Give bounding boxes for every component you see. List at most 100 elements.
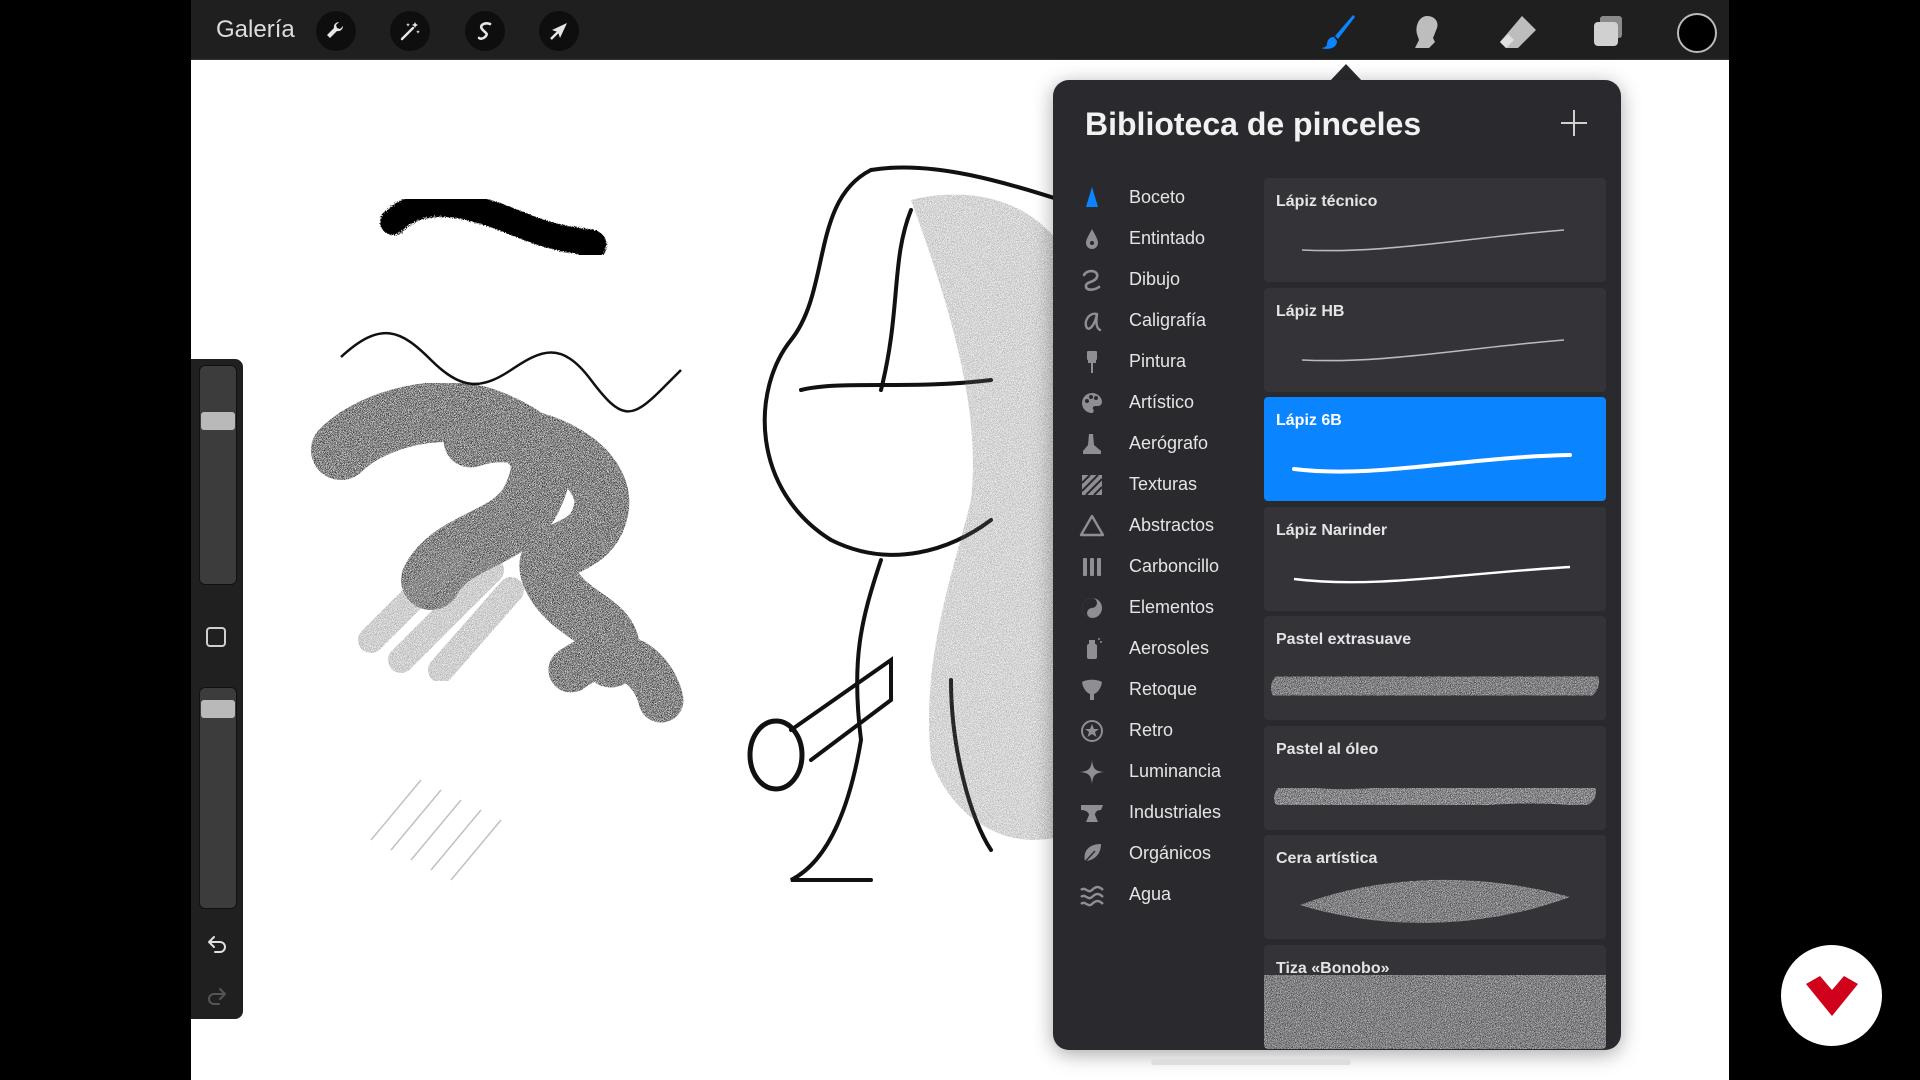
anvil-icon <box>1081 805 1103 822</box>
brush-category-label: Caligrafía <box>1129 310 1207 330</box>
brush-category-item[interactable]: Retro <box>1071 708 1271 752</box>
brush-category-label: Artístico <box>1129 392 1195 412</box>
plus-icon[interactable] <box>1557 106 1591 140</box>
brush-category-label: Pintura <box>1129 351 1187 371</box>
brush-item[interactable]: Lápiz 6B <box>1264 397 1606 501</box>
color-picker-button[interactable] <box>1677 13 1717 53</box>
leaf-icon <box>1081 844 1101 866</box>
brush-item[interactable]: Pastel extrasuave <box>1264 616 1606 720</box>
brush-category-label: Texturas <box>1129 474 1198 494</box>
brush-item[interactable]: Tiza «Bonobo» <box>1264 944 1606 1049</box>
calligraphy-icon <box>1084 312 1102 332</box>
brush-category-item[interactable]: Caligrafía <box>1071 298 1271 342</box>
brush-library-title: Biblioteca de pinceles <box>1085 106 1422 142</box>
brush-category-label: Abstractos <box>1129 515 1215 535</box>
brush-stroke-preview <box>1300 879 1570 923</box>
brand-logo-icon <box>1805 975 1858 1016</box>
brush-category-label: Industriales <box>1129 802 1222 822</box>
brush-category-item[interactable]: Retoque <box>1071 667 1271 711</box>
opacity-slider[interactable] <box>199 687 237 909</box>
brush-category-label: Agua <box>1129 884 1172 904</box>
actions-button[interactable] <box>316 11 356 51</box>
brush-category-item[interactable]: Orgánicos <box>1071 831 1271 875</box>
star-circle-icon <box>1081 720 1103 742</box>
brush-stroke-preview <box>1274 775 1596 817</box>
brush-stroke-preview <box>1301 229 1565 252</box>
brush-item[interactable]: Lápiz HB <box>1264 287 1606 392</box>
brush-category-label: Entintado <box>1129 228 1206 248</box>
brush-stroke-preview <box>1271 661 1599 711</box>
spray-can-icon <box>1087 638 1102 659</box>
undo-icon[interactable] <box>205 931 229 955</box>
palette-icon <box>1082 393 1102 413</box>
brush-category-item[interactable]: Abstractos <box>1071 503 1271 547</box>
brush-category-item[interactable]: Elementos <box>1071 585 1271 629</box>
magic-wand-icon <box>400 22 420 41</box>
layers-button[interactable] <box>1586 10 1630 54</box>
brush-tool-button[interactable] <box>1315 10 1359 54</box>
popover-arrow <box>1330 64 1362 81</box>
layers-icon <box>1594 16 1622 46</box>
top-toolbar: Galería <box>191 0 1729 60</box>
selection-button[interactable] <box>465 11 505 51</box>
yin-yang-icon <box>1082 598 1102 618</box>
transform-button[interactable] <box>539 11 579 51</box>
canvas-stroke <box>380 190 607 263</box>
smudge-tool-button[interactable] <box>1405 10 1449 54</box>
redo-icon[interactable] <box>205 983 229 1007</box>
brush-category-item[interactable]: Dibujo <box>1071 257 1271 301</box>
brush-item[interactable]: Lápiz Narinder <box>1264 506 1606 611</box>
procreate-app: Galería Biblioteca de pinceles Boceto En… <box>191 0 1729 1080</box>
smudge-icon <box>1415 16 1438 48</box>
brush-category-label: Dibujo <box>1129 269 1181 289</box>
eraser-icon <box>1500 16 1536 48</box>
brand-logo <box>1781 945 1882 1046</box>
texture-icon <box>1081 474 1103 496</box>
brush-category-label: Elementos <box>1129 597 1215 617</box>
brush-size-thumb[interactable] <box>201 412 235 430</box>
charcoal-icon <box>1083 558 1101 576</box>
brush-category-item[interactable]: Aerógrafo <box>1071 421 1271 465</box>
brush-category-label: Aerosoles <box>1129 638 1210 658</box>
gallery-button[interactable]: Galería <box>216 16 295 44</box>
canvas-shading <box>358 547 524 683</box>
opacity-thumb[interactable] <box>201 700 235 718</box>
brush-icon <box>1321 15 1355 49</box>
transform-arrow-icon <box>550 23 567 40</box>
paintbrush-icon <box>1087 351 1097 373</box>
brush-category-item[interactable]: Texturas <box>1071 462 1271 506</box>
brush-category-item[interactable]: Luminancia <box>1071 749 1271 793</box>
pencil-tip-icon <box>1086 187 1098 207</box>
adjustments-button[interactable] <box>390 11 430 51</box>
brush-category-item[interactable]: Artístico <box>1071 380 1271 424</box>
brush-item[interactable]: Cera artística <box>1264 835 1606 939</box>
swirl-icon <box>1082 269 1101 291</box>
retouch-icon <box>1082 679 1102 700</box>
brush-category-label: Luminancia <box>1129 761 1222 781</box>
brush-category-label: Orgánicos <box>1129 843 1212 863</box>
eraser-tool-button[interactable] <box>1496 10 1540 54</box>
brush-item[interactable]: Lápiz técnico <box>1264 178 1606 282</box>
brush-category-label: Aerógrafo <box>1129 433 1209 453</box>
brush-library-panel: Biblioteca de pinceles Boceto Entintado Di… <box>1053 80 1621 1050</box>
modify-square-icon[interactable] <box>206 627 226 647</box>
left-sidebar <box>191 359 243 1019</box>
airbrush-icon <box>1083 434 1101 454</box>
brush-stroke-preview <box>1301 338 1565 361</box>
brush-category-item[interactable]: Carboncillo <box>1071 544 1271 588</box>
selection-icon <box>477 22 492 40</box>
brush-category-item[interactable]: Pintura <box>1071 339 1271 383</box>
brush-category-item[interactable]: Boceto <box>1071 175 1271 219</box>
triangle-icon <box>1079 514 1105 537</box>
brush-category-item[interactable]: Industriales <box>1071 790 1271 834</box>
brush-item[interactable]: Pastel al óleo <box>1264 725 1606 830</box>
canvas-hatching <box>370 779 502 881</box>
sparkle-icon <box>1080 760 1104 784</box>
wrench-icon <box>327 21 344 38</box>
brush-category-item[interactable]: Aerosoles <box>1071 626 1271 670</box>
brush-category-item[interactable]: Entintado <box>1071 216 1271 260</box>
brush-size-slider[interactable] <box>199 365 237 585</box>
brush-stroke-preview <box>1264 974 1606 1049</box>
brush-category-label: Carboncillo <box>1129 556 1220 576</box>
brush-category-item[interactable]: Agua <box>1071 872 1271 916</box>
